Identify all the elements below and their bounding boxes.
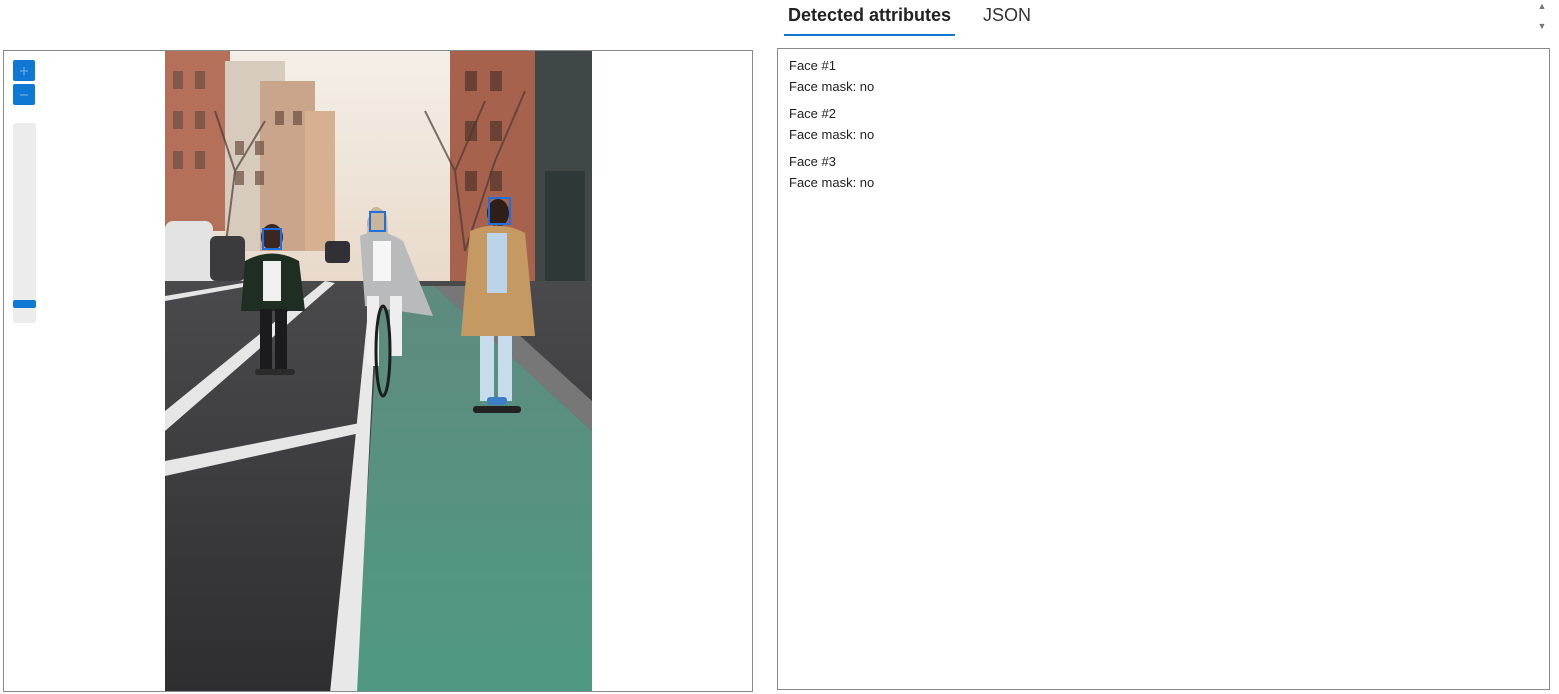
zoom-slider[interactable] bbox=[13, 123, 36, 323]
minus-icon bbox=[20, 93, 28, 96]
zoom-controls bbox=[13, 60, 35, 108]
face-entry-3: Face #3 Face mask: no bbox=[789, 151, 1538, 193]
face-mask-value: Face mask: no bbox=[789, 79, 875, 94]
tab-detected-attributes[interactable]: Detected attributes bbox=[784, 0, 956, 36]
face-box-2[interactable] bbox=[369, 211, 386, 232]
image-viewer bbox=[3, 50, 753, 692]
zoom-slider-thumb[interactable] bbox=[13, 300, 36, 308]
plus-icon bbox=[20, 66, 28, 75]
tab-bar: Detected attributes JSON bbox=[784, 0, 1059, 38]
page-scroll-arrows: ▲ ▼ bbox=[1536, 0, 1548, 40]
zoom-out-button[interactable] bbox=[13, 84, 35, 105]
face-title: Face #1 bbox=[789, 58, 836, 73]
face-title: Face #2 bbox=[789, 106, 836, 121]
face-box-1[interactable] bbox=[262, 228, 282, 250]
detected-attributes-panel: Face #1 Face mask: no Face #2 Face mask:… bbox=[777, 48, 1550, 690]
face-title: Face #3 bbox=[789, 154, 836, 169]
face-entry-2: Face #2 Face mask: no bbox=[789, 103, 1538, 145]
face-mask-value: Face mask: no bbox=[789, 127, 875, 142]
zoom-in-button[interactable] bbox=[13, 60, 35, 81]
scroll-up-icon[interactable]: ▲ bbox=[1536, 0, 1548, 12]
analyzed-photo bbox=[165, 51, 592, 691]
face-mask-value: Face mask: no bbox=[789, 175, 875, 190]
face-box-3[interactable] bbox=[488, 197, 511, 225]
street-photo bbox=[165, 51, 592, 691]
scroll-down-icon[interactable]: ▼ bbox=[1536, 20, 1548, 32]
tab-json[interactable]: JSON bbox=[979, 0, 1035, 36]
face-entry-1: Face #1 Face mask: no bbox=[789, 55, 1538, 97]
